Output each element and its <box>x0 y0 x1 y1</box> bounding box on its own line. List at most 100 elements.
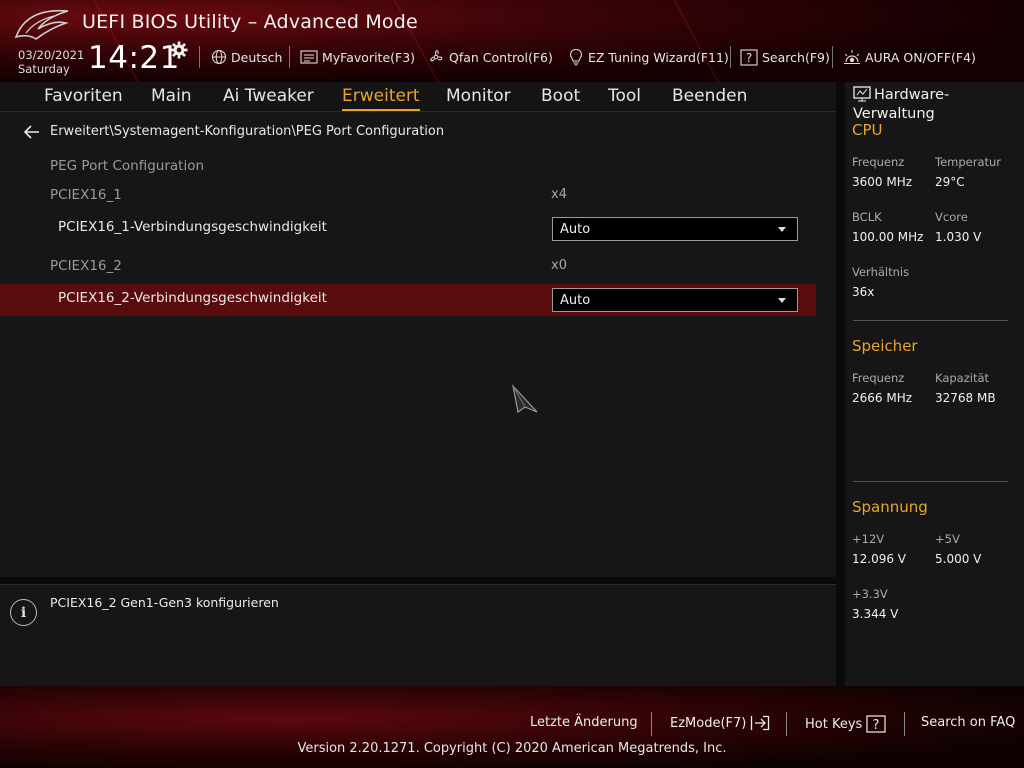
pciex16-2-speed-select[interactable]: Auto <box>552 288 798 312</box>
search-question-icon: ? <box>740 48 758 66</box>
cpu-frequency-value: 3600 MHz <box>852 175 913 189</box>
section-header: PEG Port Configuration <box>50 158 205 174</box>
v12-value: 12.096 V <box>852 552 907 566</box>
vcore-value: 1.030 V <box>935 230 982 244</box>
info-icon: i <box>10 599 37 626</box>
back-arrow-icon[interactable] <box>24 124 40 139</box>
section-divider <box>853 481 1008 482</box>
ez-tuning-label: EZ Tuning Wizard(F11) <box>588 49 729 65</box>
last-change-label: Letzte Änderung <box>530 715 638 730</box>
aura-toggle-button[interactable]: AURA ON/OFF(F4) <box>843 48 976 66</box>
language-button[interactable]: Deutsch <box>211 48 282 66</box>
myfavorite-label: MyFavorite(F3) <box>322 49 416 65</box>
main-tab-bar: Favoriten Main Ai Tweaker Erweitert Moni… <box>0 82 836 112</box>
language-label: Deutsch <box>231 49 283 65</box>
cpu-temperature-label: Temperatur <box>935 155 1002 169</box>
hotkeys-label: Hot Keys <box>805 716 863 732</box>
toolbar-divider <box>199 46 200 68</box>
toolbar-divider <box>832 46 833 68</box>
tab-tool[interactable]: Tool <box>608 86 641 106</box>
hotkeys-button[interactable]: Hot Keys ? <box>805 715 886 733</box>
qfan-label: Qfan Control(F6) <box>449 49 553 65</box>
tab-ai-tweaker[interactable]: Ai Tweaker <box>223 86 314 106</box>
ezmode-label: EzMode(F7) <box>670 715 747 731</box>
voltage-section-title: Spannung <box>852 498 928 516</box>
pciex16-1-speed-value: Auto <box>560 221 591 237</box>
monitor-icon <box>853 86 871 102</box>
tab-boot[interactable]: Boot <box>541 86 580 106</box>
memory-capacity-label: Kapazität <box>935 371 990 385</box>
rog-logo-icon <box>14 9 69 40</box>
ezmode-button[interactable]: EzMode(F7) <box>670 715 770 731</box>
pciex16-2-speed-value: Auto <box>560 292 591 308</box>
aura-label: AURA ON/OFF(F4) <box>865 49 976 65</box>
app-title: UEFI BIOS Utility – Advanced Mode <box>82 11 418 33</box>
footer-divider <box>786 712 787 736</box>
v5-value: 5.000 V <box>935 552 982 566</box>
search-button[interactable]: ? Search(F9) <box>740 48 830 66</box>
settings-panel: Erweitert\Systemagent-Konfiguration\PEG … <box>0 112 836 577</box>
aura-icon <box>844 50 860 64</box>
v5-label: +5V <box>935 532 960 546</box>
cpu-frequency-label: Frequenz <box>852 155 905 169</box>
last-change-button[interactable]: Letzte Änderung <box>530 715 638 730</box>
mouse-cursor-icon <box>512 384 538 414</box>
pciex16-1-label: PCIEX16_1 <box>50 187 122 203</box>
toolbar-divider <box>730 46 731 68</box>
ratio-value: 36x <box>852 285 875 299</box>
v33-label: +3.3V <box>852 587 888 601</box>
search-faq-label: Search on FAQ <box>921 715 1016 730</box>
memory-capacity-value: 32768 MB <box>935 391 996 405</box>
qfan-control-button[interactable]: Qfan Control(F6) <box>427 48 553 66</box>
tab-beenden[interactable]: Beenden <box>672 86 747 106</box>
footer-bar: Letzte Änderung EzMode(F7) Hot Keys ? Se… <box>0 686 1024 768</box>
chevron-down-icon <box>778 227 786 232</box>
date-text: 03/20/2021 <box>18 48 85 62</box>
svg-text:?: ? <box>746 51 752 65</box>
svg-text:?: ? <box>873 718 880 733</box>
pciex16-2-width: x0 <box>551 258 567 273</box>
breadcrumb: Erweitert\Systemagent-Konfiguration\PEG … <box>24 124 444 139</box>
v12-label: +12V <box>852 532 885 546</box>
clock-time: 14:21 <box>88 40 180 76</box>
fan-icon <box>430 50 443 62</box>
tab-monitor[interactable]: Monitor <box>446 86 511 106</box>
day-text: Saturday <box>18 62 70 76</box>
gear-icon[interactable] <box>170 41 188 59</box>
breadcrumb-path: Erweitert\Systemagent-Konfiguration\PEG … <box>50 124 445 139</box>
memory-frequency-value: 2666 MHz <box>852 391 913 405</box>
tab-main[interactable]: Main <box>151 86 192 106</box>
cpu-section-title: CPU <box>852 121 883 139</box>
help-text: PCIEX16_2 Gen1-Gen3 konfigurieren <box>50 595 279 610</box>
vcore-label: Vcore <box>935 210 968 224</box>
copyright-text: Version 2.20.1271. Copyright (C) 2020 Am… <box>297 741 727 756</box>
help-question-icon: ? <box>866 715 886 733</box>
chevron-down-icon <box>778 298 786 303</box>
decor-streak <box>662 0 740 82</box>
help-info-bar: i PCIEX16_2 Gen1-Gen3 konfigurieren <box>0 584 836 686</box>
ratio-label: Verhältnis <box>852 265 910 279</box>
cpu-temperature-value: 29°C <box>935 175 965 189</box>
pciex16-1-speed-select[interactable]: Auto <box>552 217 798 241</box>
exit-arrow-icon <box>751 715 770 731</box>
myfavorite-button[interactable]: MyFavorite(F3) <box>300 48 415 66</box>
tab-erweitert[interactable]: Erweitert <box>342 86 420 111</box>
hardware-monitor-panel: Hardware-Verwaltung CPU Frequenz Tempera… <box>845 82 1024 686</box>
memory-frequency-label: Frequenz <box>852 371 905 385</box>
pciex16-2-speed-label: PCIEX16_2-Verbindungsgeschwindigkeit <box>58 290 327 306</box>
date-display: 03/20/2021 Saturday <box>18 48 84 76</box>
search-label: Search(F9) <box>762 49 830 65</box>
tab-favoriten[interactable]: Favoriten <box>44 86 123 106</box>
pciex16-1-speed-label: PCIEX16_1-Verbindungsgeschwindigkeit <box>58 219 327 235</box>
pciex16-1-width: x4 <box>551 187 567 202</box>
globe-icon <box>211 49 227 65</box>
lightbulb-icon <box>569 48 583 66</box>
hardware-monitor-title: Hardware-Verwaltung <box>853 86 1023 124</box>
footer-divider <box>651 712 652 736</box>
pciex16-2-label: PCIEX16_2 <box>50 258 122 274</box>
bclk-value: 100.00 MHz <box>852 230 924 244</box>
favorite-list-icon <box>300 50 318 64</box>
ez-tuning-wizard-button[interactable]: EZ Tuning Wizard(F11) <box>568 48 729 66</box>
v33-value: 3.344 V <box>852 607 899 621</box>
search-faq-button[interactable]: Search on FAQ <box>921 715 1015 730</box>
